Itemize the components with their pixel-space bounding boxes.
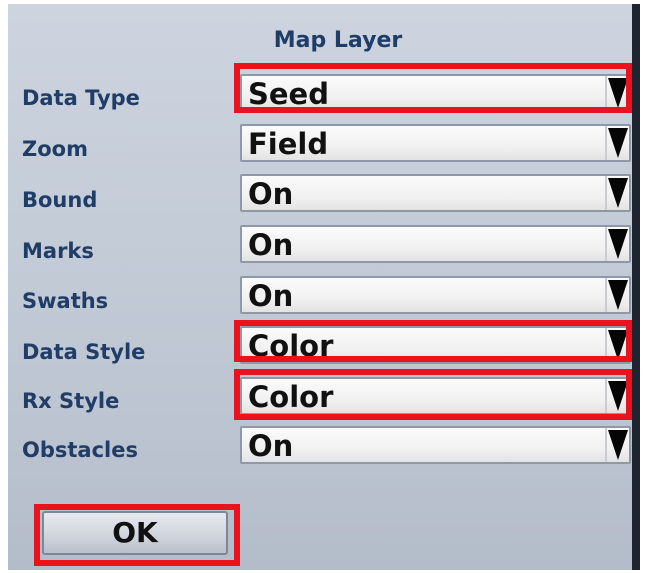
triangle-down-icon[interactable] (608, 128, 628, 158)
dropdown-divider (605, 76, 607, 110)
dropdown-divider (605, 278, 607, 312)
rx-style-dropdown[interactable]: Color (240, 377, 631, 415)
dropdown-divider (605, 227, 607, 261)
rx-style-label: Rx Style (22, 389, 120, 413)
triangle-down-icon[interactable] (608, 381, 628, 411)
data-style-value: Color (248, 329, 334, 363)
swaths-label: Swaths (22, 289, 109, 313)
dropdown-divider (605, 126, 607, 160)
marks-value: On (248, 228, 294, 262)
dropdown-divider (605, 328, 607, 362)
bound-label: Bound (22, 188, 98, 212)
triangle-down-icon[interactable] (608, 280, 628, 310)
bound-value: On (248, 177, 294, 211)
marks-label: Marks (22, 239, 94, 263)
data-type-label: Data Type (22, 86, 140, 110)
zoom-label: Zoom (22, 137, 88, 161)
bound-dropdown[interactable]: On (240, 174, 631, 212)
data-type-dropdown[interactable]: Seed (240, 74, 631, 112)
obstacles-dropdown[interactable]: On (240, 426, 631, 464)
data-type-value: Seed (248, 77, 329, 111)
triangle-down-icon[interactable] (608, 330, 628, 360)
rx-style-value: Color (248, 380, 334, 414)
swaths-dropdown[interactable]: On (240, 276, 631, 314)
triangle-down-icon[interactable] (608, 229, 628, 259)
data-style-dropdown[interactable]: Color (240, 326, 631, 364)
dropdown-divider (605, 176, 607, 210)
dropdown-divider (605, 379, 607, 413)
dialog-title: Map Layer (273, 28, 403, 53)
ok-button[interactable]: OK (42, 511, 228, 555)
zoom-value: Field (248, 127, 329, 161)
triangle-down-icon[interactable] (608, 78, 628, 108)
obstacles-label: Obstacles (22, 438, 138, 462)
dropdown-divider (605, 428, 607, 462)
map-layer-dialog: Map Layer Data Type Seed Zoom Field Boun… (8, 4, 640, 570)
zoom-dropdown[interactable]: Field (240, 124, 631, 162)
triangle-down-icon[interactable] (608, 178, 628, 208)
triangle-down-icon[interactable] (608, 430, 628, 460)
marks-dropdown[interactable]: On (240, 225, 631, 263)
data-style-label: Data Style (22, 340, 146, 364)
obstacles-value: On (248, 429, 294, 463)
swaths-value: On (248, 279, 294, 313)
